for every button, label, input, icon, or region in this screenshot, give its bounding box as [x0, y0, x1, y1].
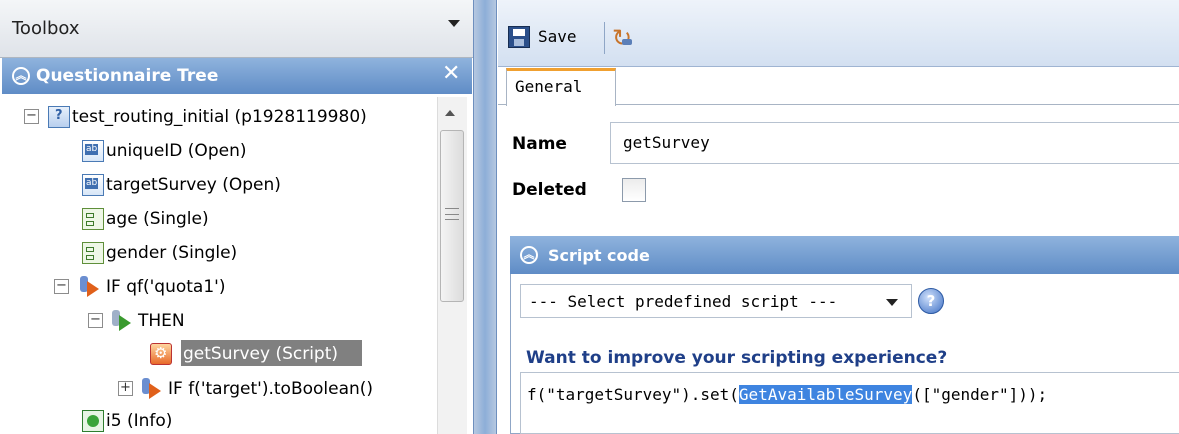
- toolbar-separator: [604, 22, 605, 54]
- name-label: Name: [512, 134, 567, 154]
- scroll-up-icon[interactable]: [445, 110, 455, 116]
- toolbox-dropdown-icon[interactable]: [448, 20, 460, 27]
- tree-node-if-target[interactable]: IF f('target').toBoolean(): [168, 379, 373, 399]
- save-button[interactable]: Save: [508, 24, 602, 52]
- name-field[interactable]: getSurvey: [610, 122, 1179, 164]
- questionnaire-tree-header: ︽ Questionnaire Tree ✕: [2, 58, 472, 94]
- panel-splitter[interactable]: [473, 0, 497, 434]
- toolbox-title: Toolbox: [12, 18, 80, 39]
- code-text: f("targetSurvey").set(: [527, 385, 739, 404]
- if-condition-icon: [80, 275, 104, 297]
- floppy-disk-icon: [508, 26, 530, 48]
- collapse-toggle-icon[interactable]: −: [88, 313, 103, 328]
- name-field-value: getSurvey: [623, 133, 710, 152]
- tree-node-getsurvey[interactable]: getSurvey (Script): [183, 344, 338, 364]
- single-question-icon: [82, 242, 104, 264]
- info-icon: [82, 410, 104, 432]
- tab-general-label: General: [515, 77, 583, 96]
- grip-icon: [445, 208, 459, 220]
- single-question-icon: [82, 208, 104, 230]
- tree-node-targetsurvey[interactable]: targetSurvey (Open): [106, 175, 281, 195]
- open-question-icon: [82, 174, 104, 196]
- code-line: f("targetSurvey").set(GetAvailableSurvey…: [527, 385, 1047, 404]
- collapse-panel-icon[interactable]: ︽: [12, 67, 30, 85]
- refresh-icon[interactable]: [612, 24, 638, 52]
- code-selection: GetAvailableSurvey: [738, 385, 913, 404]
- tree-node-i5[interactable]: i5 (Info): [106, 411, 172, 431]
- tab-general[interactable]: General: [506, 68, 616, 106]
- tree-node-then[interactable]: THEN: [138, 311, 185, 331]
- questionnaire-tree-title: Questionnaire Tree: [36, 66, 219, 86]
- if-condition-icon: [142, 377, 166, 399]
- help-icon[interactable]: ?: [918, 288, 944, 314]
- deleted-checkbox[interactable]: [622, 178, 646, 202]
- collapse-toggle-icon[interactable]: −: [54, 279, 69, 294]
- tree-node-if-quota1[interactable]: IF qf('quota1'): [106, 277, 225, 297]
- script-code-editor[interactable]: f("targetSurvey").set(GetAvailableSurvey…: [520, 372, 1179, 434]
- expand-toggle-icon[interactable]: +: [118, 381, 133, 396]
- script-code-header: ︽ Script code: [510, 236, 1179, 274]
- tree-node-age[interactable]: age (Single): [106, 209, 209, 229]
- open-question-icon: [82, 140, 104, 162]
- collapse-panel-icon[interactable]: ︽: [520, 246, 538, 264]
- chevron-down-icon: [886, 299, 898, 306]
- tree-node-root[interactable]: test_routing_initial (p1928119980): [72, 107, 367, 127]
- tree-node-gender[interactable]: gender (Single): [106, 243, 237, 263]
- code-text: (["gender"]));: [912, 385, 1048, 404]
- deleted-label: Deleted: [512, 180, 587, 200]
- then-branch-icon: [112, 309, 136, 331]
- script-code-title: Script code: [548, 246, 650, 265]
- survey-icon: [48, 106, 70, 128]
- tree-node-uniqueid[interactable]: uniqueID (Open): [106, 141, 246, 161]
- predefined-script-value: --- Select predefined script ---: [529, 292, 838, 311]
- predefined-script-select[interactable]: --- Select predefined script ---: [520, 284, 912, 318]
- toolbox-bar[interactable]: Toolbox: [0, 0, 473, 58]
- save-button-label: Save: [538, 27, 577, 46]
- collapse-toggle-icon[interactable]: −: [24, 109, 39, 124]
- script-icon: [150, 343, 172, 365]
- improve-scripting-link[interactable]: Want to improve your scripting experienc…: [526, 348, 947, 368]
- close-icon[interactable]: ✕: [442, 61, 460, 86]
